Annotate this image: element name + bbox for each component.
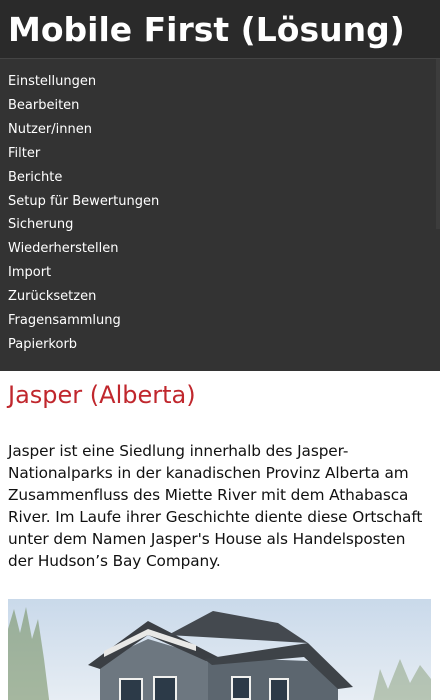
nav-item-einstellungen[interactable]: Einstellungen xyxy=(8,70,432,94)
nav-item-wiederherstellen[interactable]: Wiederherstellen xyxy=(8,237,432,261)
site-title[interactable]: Mobile First (Lösung) xyxy=(8,8,432,51)
nav-item-filter[interactable]: Filter xyxy=(8,142,432,166)
house-photo-illustration xyxy=(8,599,431,700)
nav-item-bearbeiten[interactable]: Bearbeiten xyxy=(8,94,432,118)
nav-item-nutzer[interactable]: Nutzer/innen xyxy=(8,118,432,142)
page: Mobile First (Lösung) Einstellungen Bear… xyxy=(0,0,440,700)
nav-item-papierkorb[interactable]: Papierkorb xyxy=(8,333,432,357)
nav-item-zuruecksetzen[interactable]: Zurücksetzen xyxy=(8,285,432,309)
site-header: Mobile First (Lösung) xyxy=(0,0,440,59)
nav-item-berichte[interactable]: Berichte xyxy=(8,166,432,190)
house-photo xyxy=(8,599,431,700)
nav-item-setup-bewertungen[interactable]: Setup für Bewertungen xyxy=(8,190,432,214)
article-paragraph: Jasper ist eine Siedlung innerhalb des J… xyxy=(8,442,423,570)
nav-item-sicherung[interactable]: Sicherung xyxy=(8,213,432,237)
nav-item-import[interactable]: Import xyxy=(8,261,432,285)
article-heading: Jasper (Alberta) xyxy=(8,381,196,409)
main-content: Jasper (Alberta) Jasper ist eine Siedlun… xyxy=(0,380,440,700)
nav-menu: Einstellungen Bearbeiten Nutzer/innen Fi… xyxy=(0,59,440,371)
nav-scroll-edge xyxy=(436,59,440,229)
nav-item-fragensammlung[interactable]: Fragensammlung xyxy=(8,309,432,333)
